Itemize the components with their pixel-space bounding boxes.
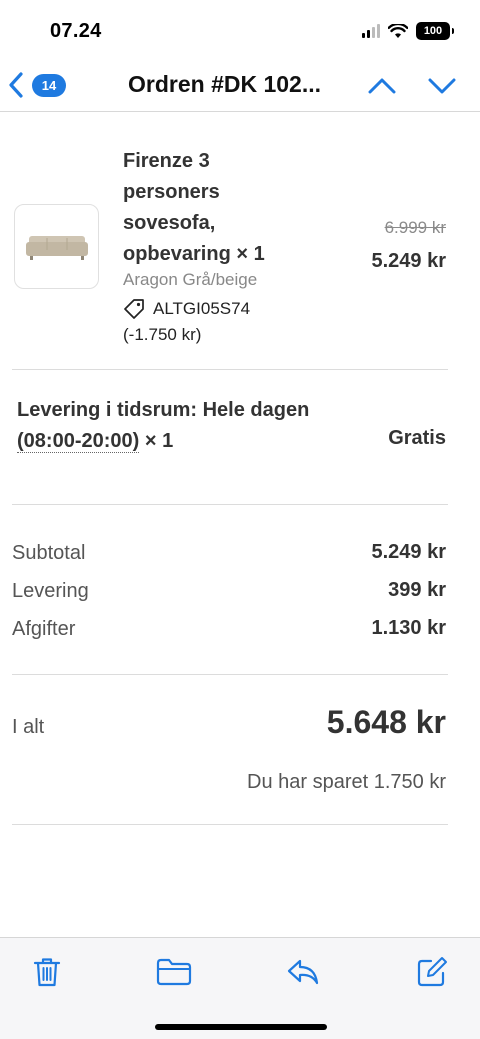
back-button[interactable]: 14 bbox=[8, 66, 80, 104]
summary-row-delivery: Levering 399 kr bbox=[12, 578, 448, 608]
chevron-left-icon bbox=[9, 72, 23, 98]
folder-icon bbox=[156, 958, 192, 986]
summary-row-taxes: Afgifter 1.130 kr bbox=[12, 616, 448, 646]
delivery-time-range[interactable]: (08:00-20:00) bbox=[17, 430, 140, 453]
battery-indicator: 100 bbox=[416, 22, 454, 40]
status-bar: 07.24 100 bbox=[0, 0, 480, 60]
compose-button[interactable] bbox=[410, 952, 454, 992]
order-line-item: Firenze 3 personers sovesofa, opbevaring… bbox=[12, 112, 448, 370]
original-price: 6.999 kr bbox=[384, 218, 446, 237]
product-name: Firenze 3 personers sovesofa, opbevaring… bbox=[123, 150, 265, 265]
order-summary: Subtotal 5.249 kr Levering 399 kr Afgift… bbox=[12, 505, 448, 675]
move-to-folder-button[interactable] bbox=[152, 952, 196, 992]
total-value: 5.648 kr bbox=[326, 704, 446, 740]
discount-amount: (-1.750 kr) bbox=[123, 325, 202, 344]
delivery-price: Gratis bbox=[388, 427, 446, 449]
compose-icon bbox=[417, 957, 447, 987]
page-title: Ordren #DK 102... bbox=[128, 71, 322, 97]
order-total: I alt 5.648 kr Du har sparet 1.750 kr bbox=[12, 675, 448, 825]
summary-label: Levering bbox=[12, 580, 89, 602]
delivery-line-item: Levering i tidsrum: Hele dagen (08:00-20… bbox=[12, 370, 448, 505]
chevron-down-icon bbox=[428, 78, 456, 94]
tag-icon bbox=[124, 299, 144, 319]
cellular-signal-icon bbox=[362, 24, 380, 38]
unread-count-badge: 14 bbox=[32, 73, 66, 97]
next-message-button[interactable] bbox=[424, 68, 460, 104]
home-indicator[interactable] bbox=[155, 1024, 327, 1030]
chevron-up-icon bbox=[368, 78, 396, 94]
delivery-description: Levering i tidsrum: Hele dagen (08:00-20… bbox=[17, 395, 377, 457]
navigation-bar: 14 Ordren #DK 102... bbox=[0, 60, 480, 112]
delivery-label: Levering i tidsrum: Hele dagen bbox=[17, 399, 310, 421]
delivery-quantity: × 1 bbox=[144, 430, 174, 452]
current-price: 5.249 kr bbox=[371, 250, 446, 272]
bottom-toolbar bbox=[0, 937, 480, 1039]
previous-message-button[interactable] bbox=[364, 68, 400, 104]
summary-value: 1.130 kr bbox=[371, 617, 446, 639]
summary-label: Subtotal bbox=[12, 542, 86, 564]
product-image[interactable] bbox=[14, 204, 99, 289]
status-time: 07.24 bbox=[50, 20, 102, 42]
total-label: I alt bbox=[12, 716, 45, 738]
wifi-icon bbox=[388, 23, 408, 38]
discount-code: ALTGI05S74 bbox=[153, 299, 251, 318]
sofa-icon bbox=[25, 235, 88, 260]
summary-row-subtotal: Subtotal 5.249 kr bbox=[12, 540, 448, 570]
status-icons: 100 bbox=[362, 22, 454, 40]
summary-label: Afgifter bbox=[12, 618, 76, 640]
summary-value: 5.249 kr bbox=[371, 541, 446, 563]
reply-button[interactable] bbox=[281, 952, 325, 992]
discount-info: ALTGI05S74 (-1.750 kr) bbox=[123, 296, 250, 348]
product-variant: Aragon Grå/beige bbox=[123, 270, 258, 289]
reply-icon bbox=[287, 959, 319, 985]
savings-text: Du har sparet 1.750 kr bbox=[247, 771, 446, 793]
summary-value: 399 kr bbox=[388, 579, 446, 601]
discount-code-row: ALTGI05S74 bbox=[123, 296, 250, 322]
trash-icon bbox=[33, 958, 61, 987]
delete-button[interactable] bbox=[25, 952, 69, 992]
